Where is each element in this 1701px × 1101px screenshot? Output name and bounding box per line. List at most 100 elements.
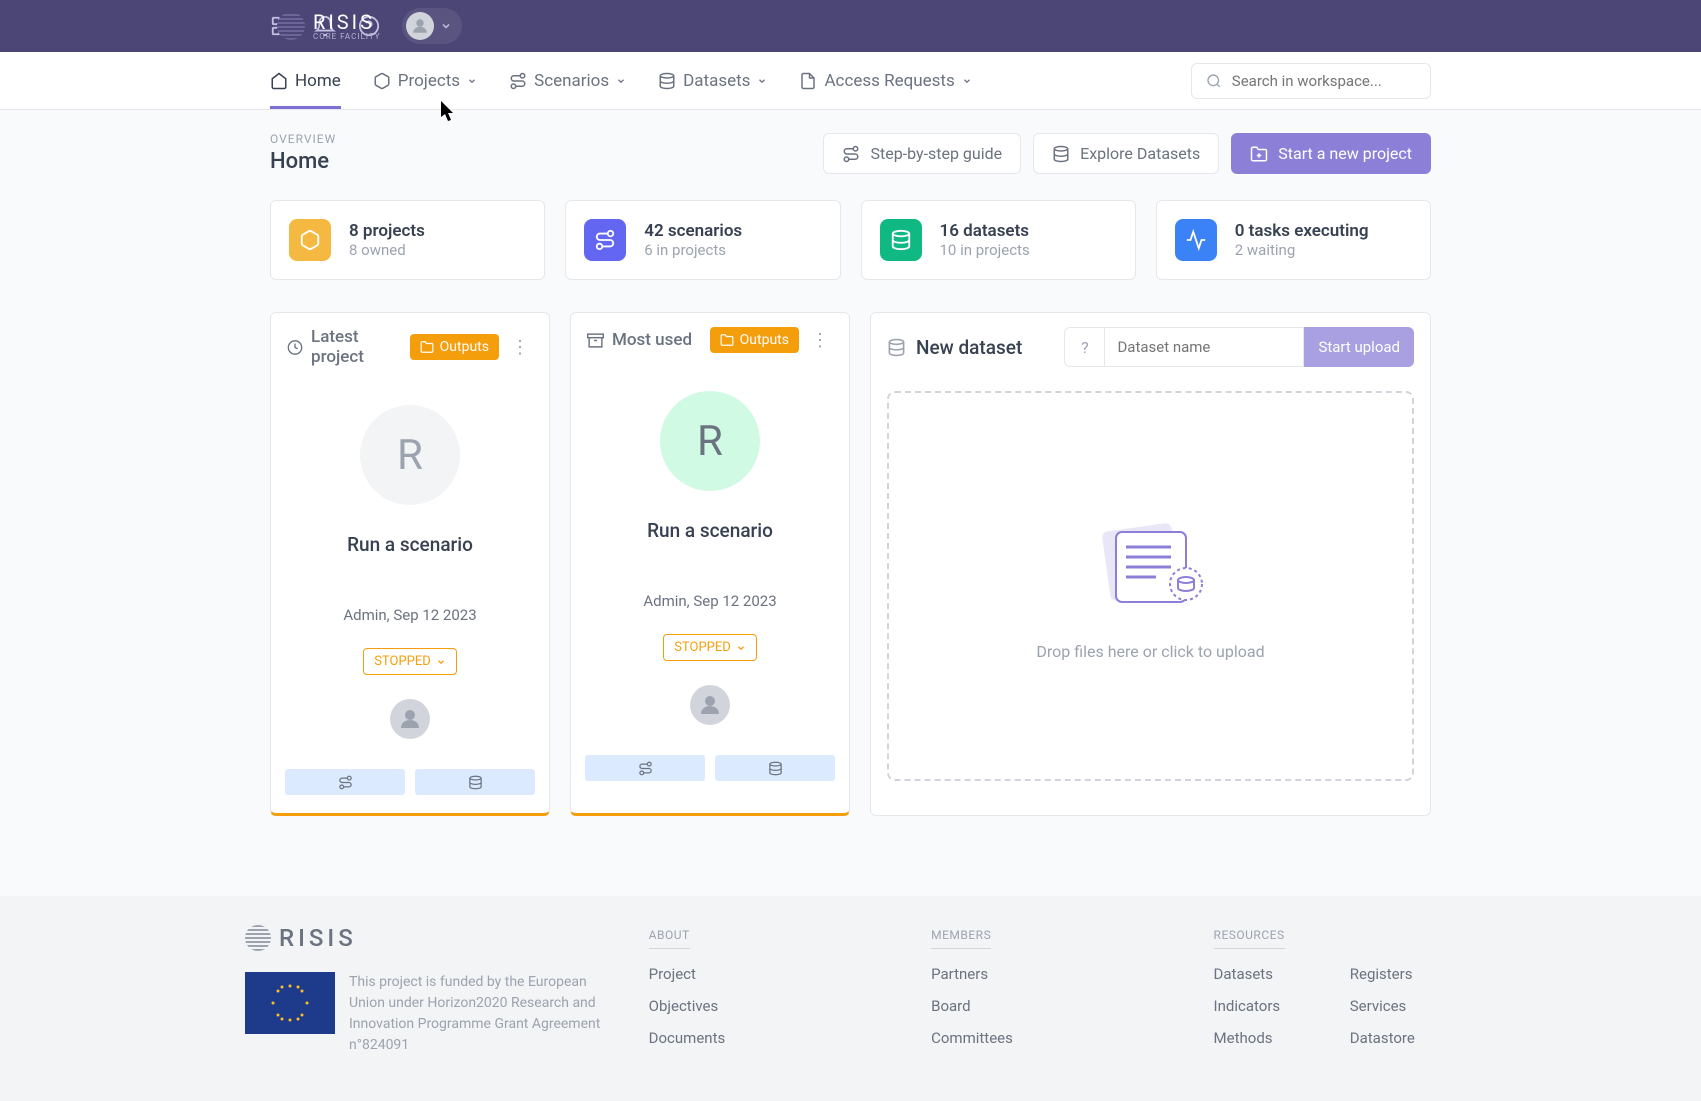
stat-projects[interactable]: 8 projects 8 owned [270,200,545,280]
route-icon [842,145,860,163]
footer-link[interactable]: Project [649,965,891,983]
footer-link[interactable]: Registers [1350,965,1456,983]
overview-label: OVERVIEW [270,132,336,146]
footer-link[interactable]: Committees [931,1029,1173,1047]
database-icon [658,72,676,90]
dataset-action-button[interactable] [715,755,835,781]
database-icon [880,219,922,261]
user-avatar [390,699,430,739]
clock-icon [287,339,303,356]
database-icon [887,338,906,357]
database-icon [1052,145,1070,163]
nav-label: Projects [398,71,460,91]
database-icon [768,761,783,776]
dataset-name-input[interactable] [1104,327,1304,367]
route-icon [638,761,653,776]
start-upload-button[interactable]: Start upload [1304,327,1414,367]
funding-text: This project is funded by the European U… [349,972,609,1056]
explore-datasets-button[interactable]: Explore Datasets [1033,133,1219,174]
project-name[interactable]: Run a scenario [587,519,833,542]
step-by-step-guide-button[interactable]: Step-by-step guide [823,133,1021,174]
footer-link[interactable]: Partners [931,965,1173,983]
project-meta: Admin, Sep 12 2023 [587,592,833,610]
stat-subtitle: 10 in projects [940,241,1030,259]
outputs-button[interactable]: Outputs [410,334,499,360]
footer: RISIS This project is funded by the Euro… [0,896,1701,1101]
stat-subtitle: 2 waiting [1235,241,1369,259]
chevron-down-icon [962,76,972,86]
scenario-action-button[interactable] [585,755,705,781]
footer-col-title: ABOUT [649,928,690,949]
chevron-down-icon [436,657,446,667]
logo-icon [245,925,271,951]
start-new-project-button[interactable]: Start a new project [1231,133,1431,174]
user-avatar [690,685,730,725]
stat-title: 42 scenarios [644,221,742,241]
project-avatar-circle: R [360,405,460,505]
logo-icon [277,12,305,40]
stat-scenarios[interactable]: 42 scenarios 6 in projects [565,200,840,280]
footer-link[interactable]: Objectives [649,997,891,1015]
more-menu-icon[interactable]: ⋮ [507,337,533,358]
footer-link[interactable]: Documents [649,1029,891,1047]
route-icon [338,775,353,790]
nav-access-requests[interactable]: Access Requests [799,52,971,109]
nav-home[interactable]: Home [270,52,341,109]
chevron-down-icon [736,643,746,653]
status-badge[interactable]: STOPPED [663,634,757,661]
search-input[interactable] [1232,72,1416,90]
project-avatar-circle: R [660,391,760,491]
user-menu[interactable] [402,8,462,44]
dataset-action-button[interactable] [415,769,535,795]
activity-icon [1175,219,1217,261]
nav-scenarios[interactable]: Scenarios [509,52,626,109]
nav-datasets[interactable]: Datasets [658,52,767,109]
eu-flag [245,972,335,1034]
card-title-text: Most used [612,330,692,350]
footer-col-title: MEMBERS [931,928,991,949]
footer-col-title: RESOURCES [1214,928,1285,949]
stat-title: 0 tasks executing [1235,221,1369,241]
dropzone-text: Drop files here or click to upload [1036,642,1264,661]
nav-bar: Home Projects Scenarios Datasets Access … [0,52,1701,110]
help-button[interactable]: ? [1064,327,1104,367]
folder-icon [720,333,734,347]
footer-link[interactable]: Board [931,997,1173,1015]
more-menu-icon[interactable]: ⋮ [807,330,833,351]
footer-link[interactable]: Datasets [1214,965,1320,983]
outputs-button[interactable]: Outputs [710,327,799,353]
route-icon [509,72,527,90]
stat-tasks[interactable]: 0 tasks executing 2 waiting [1156,200,1431,280]
footer-link[interactable]: Indicators [1214,997,1320,1015]
folder-icon [420,340,434,354]
project-name[interactable]: Run a scenario [287,533,533,556]
nav-projects[interactable]: Projects [373,52,477,109]
logo-subtitle: CORE FACILITY [313,32,381,41]
avatar-icon [406,12,434,40]
footer-logo[interactable]: RISIS [245,924,609,952]
home-icon [270,72,288,90]
file-dropzone[interactable]: Drop files here or click to upload [887,391,1414,781]
nav-label: Access Requests [824,71,954,91]
box-icon [289,219,331,261]
nav-label: Home [295,71,341,91]
stat-subtitle: 6 in projects [644,241,742,259]
upload-illustration [1091,512,1211,612]
folder-plus-icon [1250,145,1268,163]
footer-link[interactable]: Services [1350,997,1456,1015]
new-dataset-card: New dataset ? Start upload [870,312,1431,816]
footer-logo-text: RISIS [279,924,357,952]
status-badge[interactable]: STOPPED [363,648,457,675]
stat-datasets[interactable]: 16 datasets 10 in projects [861,200,1136,280]
scenario-action-button[interactable] [285,769,405,795]
footer-link[interactable]: Datastore [1350,1029,1456,1047]
card-title-text: New dataset [916,336,1022,359]
footer-link[interactable]: Methods [1214,1029,1320,1047]
logo[interactable]: RISIS CORE FACILITY [277,12,381,41]
logo-text: RISIS [313,12,381,32]
search-box[interactable] [1191,63,1431,99]
chevron-down-icon [616,76,626,86]
stat-title: 8 projects [349,221,425,241]
stat-title: 16 datasets [940,221,1030,241]
search-icon [1206,72,1222,90]
